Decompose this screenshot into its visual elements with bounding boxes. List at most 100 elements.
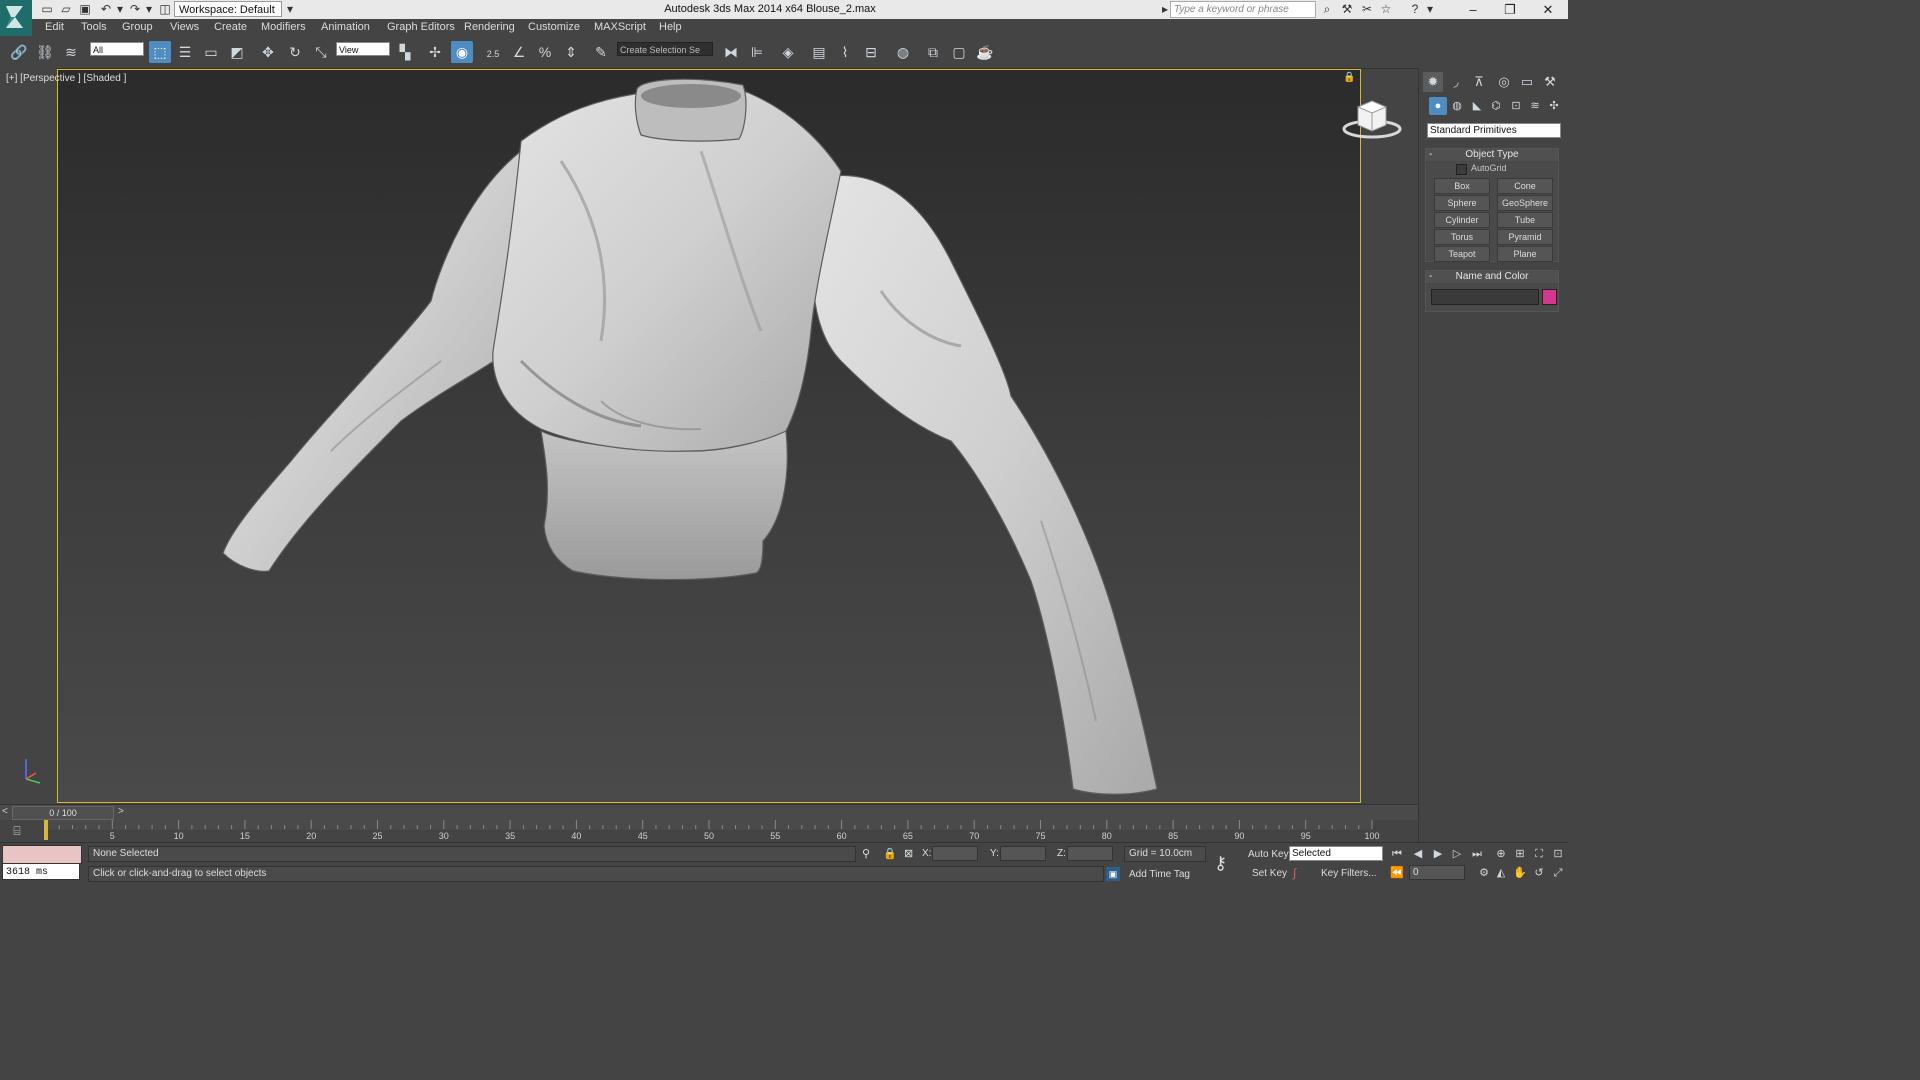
mirror-icon[interactable]: ⧓ xyxy=(720,41,742,63)
select-object-icon[interactable]: ⬚ xyxy=(149,41,171,63)
time-configuration-icon[interactable]: ⚙ xyxy=(1475,865,1493,881)
maximize-viewport-icon[interactable]: ⤢ xyxy=(1549,865,1567,881)
viewport-lock-icon[interactable]: 🔒 xyxy=(1343,72,1355,83)
y-coordinate-input[interactable] xyxy=(1000,846,1046,861)
zoom-extents-all-icon[interactable]: ⊡ xyxy=(1549,846,1567,862)
time-tag-icon[interactable]: ▣ xyxy=(1106,867,1120,881)
render-production-icon[interactable]: ☕ xyxy=(974,41,996,63)
time-slider[interactable]: < 0 / 100 > xyxy=(0,804,1418,820)
edit-named-selection-icon[interactable]: ✎ xyxy=(590,41,612,63)
shapes-icon[interactable]: ◍ xyxy=(1448,97,1466,115)
pan-view-icon[interactable]: ✋ xyxy=(1511,865,1529,881)
utilities-tab-icon[interactable]: ⚒ xyxy=(1540,72,1560,92)
go-to-start-icon[interactable]: ⏮ xyxy=(1388,846,1406,862)
set-key-button[interactable]: Set Key xyxy=(1252,868,1287,879)
graphite-ribbon-icon[interactable]: ▤ xyxy=(808,41,830,63)
z-coordinate-input[interactable] xyxy=(1067,846,1113,861)
track-bar[interactable]: ⌸ 5 10 15 20 25 30 35 40 45 50 55 60 65 70 75 80 85 90 95 1… xyxy=(0,820,1418,842)
keyboard-shortcut-override-icon[interactable]: ◉ xyxy=(451,41,473,63)
zoom-extents-icon[interactable]: ⛶ xyxy=(1530,846,1548,862)
rectangular-selection-icon[interactable]: ▭ xyxy=(200,41,222,63)
render-setup-icon[interactable]: ⧉ xyxy=(922,41,944,63)
absolute-mode-icon[interactable]: ⊠ xyxy=(904,847,913,860)
workspace-dropdown[interactable]: Workspace: Default xyxy=(174,1,282,17)
align-icon[interactable]: ⊫ xyxy=(746,41,768,63)
search-input[interactable]: Type a keyword or phrase xyxy=(1170,1,1316,18)
box-button[interactable]: Box xyxy=(1434,178,1490,194)
current-frame-marker[interactable] xyxy=(44,820,48,840)
restore-icon[interactable]: ❐ xyxy=(1493,0,1527,19)
tube-button[interactable]: Tube xyxy=(1497,212,1553,228)
object-color-swatch[interactable] xyxy=(1542,289,1557,305)
helpers-icon[interactable]: ⊡ xyxy=(1507,97,1525,115)
zoom-icon[interactable]: ⊕ xyxy=(1492,846,1510,862)
named-selection-dropdown[interactable]: Create Selection Se xyxy=(617,42,713,56)
pyramid-button[interactable]: Pyramid xyxy=(1497,229,1553,245)
perspective-viewport[interactable] xyxy=(57,69,1361,803)
blouse-model[interactable] xyxy=(58,70,1361,803)
curve-editor-icon[interactable]: ⌇ xyxy=(834,41,856,63)
bind-to-space-warp-icon[interactable]: ≋ xyxy=(60,41,82,63)
select-and-rotate-icon[interactable]: ↻ xyxy=(284,41,306,63)
x-coordinate-input[interactable] xyxy=(932,846,978,861)
object-name-input[interactable] xyxy=(1431,289,1539,305)
material-editor-icon[interactable]: ◍ xyxy=(892,41,914,63)
script-timing-field[interactable]: 3618 ms xyxy=(2,863,80,880)
selection-filter-dropdown[interactable]: All xyxy=(90,42,144,56)
new-file-icon[interactable]: ▭ xyxy=(40,2,54,16)
unlink-selection-icon[interactable]: ⛓ xyxy=(34,41,56,63)
isolate-selection-icon[interactable]: ⚲ xyxy=(862,847,870,860)
binoculars-icon[interactable]: ⌕ xyxy=(1320,2,1334,16)
auto-key-button[interactable]: Auto Key xyxy=(1248,849,1289,860)
quick-access-customize-icon[interactable]: ▾ xyxy=(283,2,297,16)
schematic-view-icon[interactable]: ⊟ xyxy=(860,41,882,63)
project-folder-icon[interactable]: ◫ xyxy=(158,2,172,16)
autogrid-checkbox[interactable] xyxy=(1456,164,1467,175)
cone-button[interactable]: Cone xyxy=(1497,178,1553,194)
primitive-category-dropdown[interactable]: Standard Primitives xyxy=(1427,123,1561,138)
geosphere-button[interactable]: GeoSphere xyxy=(1497,195,1553,211)
previous-frame-icon[interactable]: ◀ xyxy=(1409,846,1427,862)
menu-customize[interactable]: Customize xyxy=(528,21,580,33)
display-tab-icon[interactable]: ▭ xyxy=(1517,72,1537,92)
pivot-center-icon[interactable]: ▚ xyxy=(394,41,416,63)
object-type-header[interactable]: - Object Type xyxy=(1426,149,1558,161)
menu-create[interactable]: Create xyxy=(214,21,247,33)
help-icon[interactable]: ? xyxy=(1408,2,1422,16)
menu-maxscript[interactable]: MAXScript xyxy=(594,21,646,33)
spinner-snap-icon[interactable]: ⇕ xyxy=(560,41,582,63)
reference-coordinate-dropdown[interactable]: View xyxy=(336,42,390,56)
maxscript-listener-mini[interactable] xyxy=(2,845,82,864)
selection-lock-icon[interactable]: 🔒 xyxy=(883,847,897,860)
viewcube[interactable] xyxy=(1340,97,1404,143)
menu-animation[interactable]: Animation xyxy=(321,21,370,33)
time-slider-next-icon[interactable]: > xyxy=(118,806,124,817)
window-crossing-icon[interactable]: ◩ xyxy=(226,41,248,63)
select-and-move-icon[interactable]: ✥ xyxy=(257,41,279,63)
sphere-button[interactable]: Sphere xyxy=(1434,195,1490,211)
menu-tools[interactable]: Tools xyxy=(81,21,107,33)
undo-icon[interactable]: ↶ xyxy=(99,2,113,16)
key-mode-toggle-icon[interactable]: ⏪ xyxy=(1388,865,1406,881)
open-file-icon[interactable]: ▱ xyxy=(59,2,73,16)
help-dropdown-icon[interactable]: ▾ xyxy=(1423,2,1437,16)
go-to-end-icon[interactable]: ⏭ xyxy=(1468,846,1486,862)
key-filters-button[interactable]: Key Filters... xyxy=(1321,868,1377,879)
redo-dropdown-icon[interactable]: ▾ xyxy=(142,2,156,16)
menu-edit[interactable]: Edit xyxy=(45,21,64,33)
field-of-view-icon[interactable]: ◭ xyxy=(1492,865,1510,881)
cylinder-button[interactable]: Cylinder xyxy=(1434,212,1490,228)
menu-graph-editors[interactable]: Graph Editors xyxy=(387,21,455,33)
snaps-toggle-icon[interactable]: 2.5 xyxy=(482,41,504,63)
subscription-icon[interactable]: ⚒ xyxy=(1340,2,1354,16)
modify-tab-icon[interactable]: ◞ xyxy=(1446,72,1466,92)
layer-manager-icon[interactable]: ◈ xyxy=(777,41,799,63)
menu-modifiers[interactable]: Modifiers xyxy=(261,21,306,33)
select-and-scale-icon[interactable]: ⤡ xyxy=(310,41,332,63)
lights-icon[interactable]: ◣ xyxy=(1468,97,1486,115)
menu-rendering[interactable]: Rendering xyxy=(464,21,515,33)
minimize-icon[interactable]: – xyxy=(1456,0,1490,19)
current-frame-input[interactable]: 0 xyxy=(1409,865,1465,880)
favorites-star-icon[interactable]: ☆ xyxy=(1379,2,1393,16)
save-file-icon[interactable]: ▣ xyxy=(78,2,92,16)
